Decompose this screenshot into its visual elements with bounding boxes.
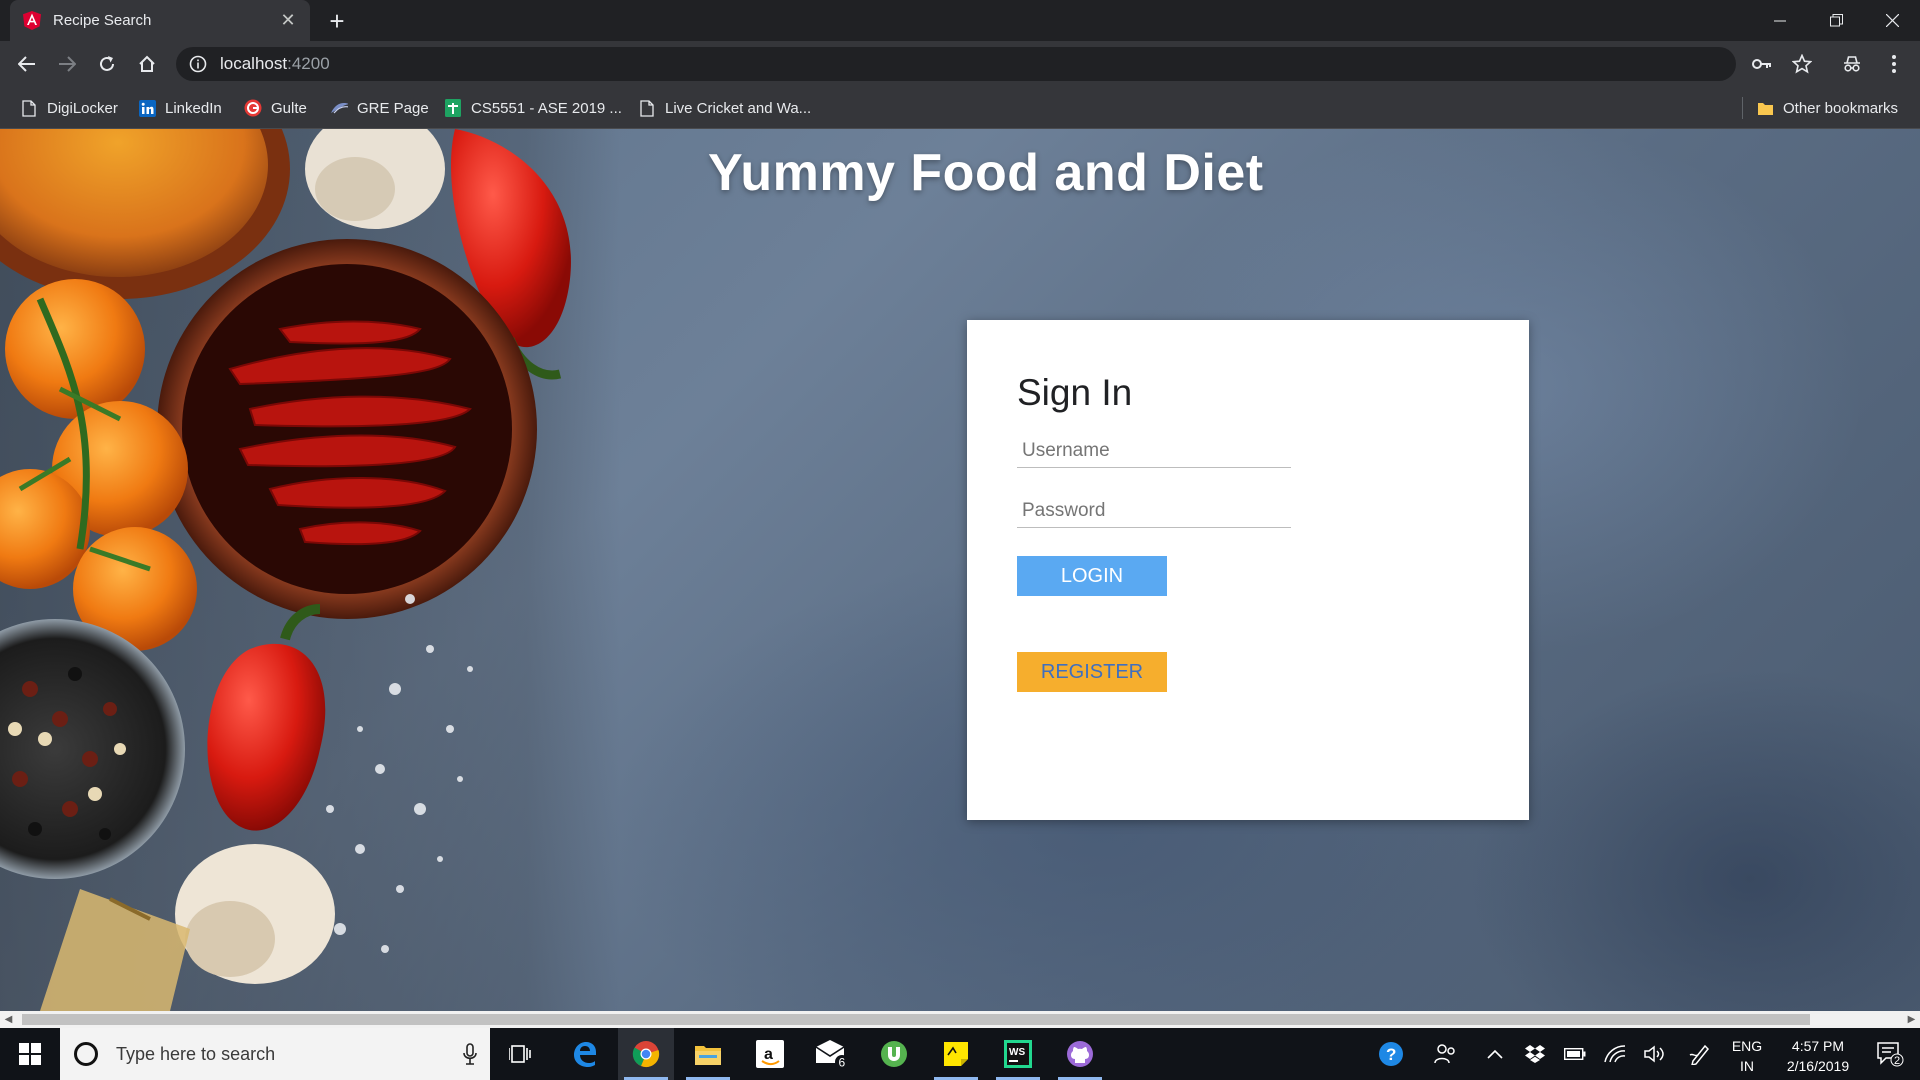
minimize-icon[interactable] (1752, 0, 1808, 41)
bookmark-linkedin[interactable]: LinkedIn (138, 95, 222, 121)
clock-time: 4:57 PM (1791, 1038, 1845, 1054)
svg-text:?: ? (1386, 1045, 1396, 1064)
page-icon (20, 99, 38, 117)
scrollbar-thumb[interactable] (22, 1014, 1810, 1025)
sticky-notes-icon[interactable] (928, 1028, 984, 1080)
gre-icon (330, 99, 348, 117)
taskbar-search[interactable]: Type here to search (60, 1028, 490, 1080)
windows-start-icon[interactable] (0, 1028, 60, 1080)
food-background-image (0, 129, 620, 1011)
svg-text:WS: WS (1009, 1047, 1025, 1058)
signin-heading: Sign In (1017, 372, 1133, 413)
scroll-right-icon[interactable]: ▶ (1903, 1011, 1920, 1028)
home-icon[interactable] (132, 49, 162, 79)
bookmark-label: LinkedIn (165, 99, 222, 117)
language-indicator[interactable]: ENG IN (1722, 1036, 1772, 1076)
bookmarks-bar: DigiLocker LinkedIn Gulte GRE Page CS555… (0, 87, 1920, 129)
clock-date: 2/16/2019 (1786, 1058, 1850, 1074)
forward-icon[interactable] (52, 49, 82, 79)
address-bar[interactable]: localhost:4200 (176, 47, 1736, 81)
tab-recipe-search[interactable]: Recipe Search ✕ (10, 0, 310, 41)
bookmark-cs5551[interactable]: CS5551 - ASE 2019 ... (444, 95, 622, 121)
angular-icon (22, 11, 42, 31)
sheets-icon (444, 99, 462, 117)
new-tab-icon[interactable]: + (322, 6, 352, 36)
linkedin-icon (138, 99, 156, 117)
help-icon[interactable]: ? (1376, 1028, 1406, 1080)
bookmark-separator (1742, 97, 1743, 119)
bookmark-digilocker[interactable]: DigiLocker (20, 95, 118, 121)
reload-icon[interactable] (92, 49, 122, 79)
people-icon[interactable] (1430, 1028, 1460, 1080)
edge-icon[interactable] (556, 1028, 612, 1080)
tab-strip: Recipe Search ✕ + (0, 0, 1920, 41)
bookmark-label: Gulte (271, 99, 307, 117)
microphone-icon[interactable] (450, 1043, 490, 1065)
utorrent-icon[interactable] (866, 1028, 922, 1080)
other-bookmarks[interactable]: Other bookmarks (1756, 95, 1898, 121)
page-icon (638, 99, 656, 117)
gulte-icon (244, 99, 262, 117)
close-window-icon[interactable] (1864, 0, 1920, 41)
login-button[interactable]: LOGIN (1017, 556, 1167, 596)
amazon-icon[interactable]: a (742, 1028, 798, 1080)
clock[interactable]: 4:57 PM 2/16/2019 (1770, 1036, 1866, 1076)
file-explorer-icon[interactable] (680, 1028, 736, 1080)
region-text: IN (1740, 1058, 1754, 1074)
svg-text:a: a (764, 1046, 773, 1063)
register-button[interactable]: REGISTER (1017, 652, 1167, 692)
bookmark-gulte[interactable]: Gulte (244, 95, 307, 121)
chrome-icon[interactable] (618, 1028, 674, 1080)
bookmark-label: GRE Page (357, 99, 429, 117)
horizontal-scrollbar[interactable]: ◀ ▶ (0, 1011, 1920, 1028)
volume-icon[interactable] (1640, 1028, 1670, 1080)
bookmark-label: CS5551 - ASE 2019 ... (471, 99, 622, 117)
dropbox-icon[interactable] (1520, 1028, 1550, 1080)
menu-icon[interactable] (1879, 49, 1909, 79)
bookmark-live-cricket[interactable]: Live Cricket and Wa... (638, 95, 811, 121)
back-icon[interactable] (12, 49, 42, 79)
page-viewport: Yummy Food and Diet Sign In LOGIN REGIST… (0, 129, 1920, 1011)
chevron-up-icon[interactable] (1480, 1028, 1510, 1080)
password-input[interactable] (1017, 494, 1291, 528)
bookmark-label: DigiLocker (47, 99, 118, 117)
restore-icon[interactable] (1808, 0, 1864, 41)
taskbar-search-text: Type here to search (116, 1043, 276, 1064)
notification-count: 2 (1894, 1055, 1900, 1067)
task-view-icon[interactable] (492, 1028, 548, 1080)
scroll-left-icon[interactable]: ◀ (0, 1011, 17, 1028)
bookmark-gre-page[interactable]: GRE Page (330, 95, 429, 121)
notifications-icon[interactable]: 2 (1868, 1028, 1912, 1080)
info-icon[interactable] (188, 54, 208, 74)
pen-icon[interactable] (1685, 1028, 1715, 1080)
key-icon[interactable] (1747, 49, 1777, 79)
window-controls (1752, 0, 1920, 41)
username-input[interactable] (1017, 434, 1291, 468)
url-text: localhost:4200 (220, 54, 330, 73)
cortana-icon (74, 1042, 98, 1066)
github-icon[interactable] (1052, 1028, 1108, 1080)
incognito-icon[interactable] (1837, 49, 1867, 79)
bookmark-label: Live Cricket and Wa... (665, 99, 812, 117)
battery-icon[interactable] (1560, 1028, 1590, 1080)
webstorm-icon[interactable]: WS (990, 1028, 1046, 1080)
signin-card: Sign In LOGIN REGISTER (967, 320, 1529, 820)
language-text: ENG (1731, 1038, 1763, 1054)
browser-toolbar: localhost:4200 (0, 41, 1920, 87)
mail-badge: 6 (839, 1056, 846, 1070)
mail-icon[interactable]: 6 (804, 1028, 860, 1080)
wifi-icon[interactable] (1600, 1028, 1630, 1080)
star-icon[interactable] (1787, 49, 1817, 79)
bookmark-label: Other bookmarks (1783, 99, 1899, 117)
close-tab-icon[interactable]: ✕ (278, 10, 298, 31)
windows-taskbar: Type here to search a 6 WS ? ENG IN 4:57… (0, 1028, 1920, 1080)
page-title: Yummy Food and Diet (708, 144, 1264, 202)
tab-title: Recipe Search (53, 12, 152, 29)
folder-icon (1756, 99, 1774, 117)
